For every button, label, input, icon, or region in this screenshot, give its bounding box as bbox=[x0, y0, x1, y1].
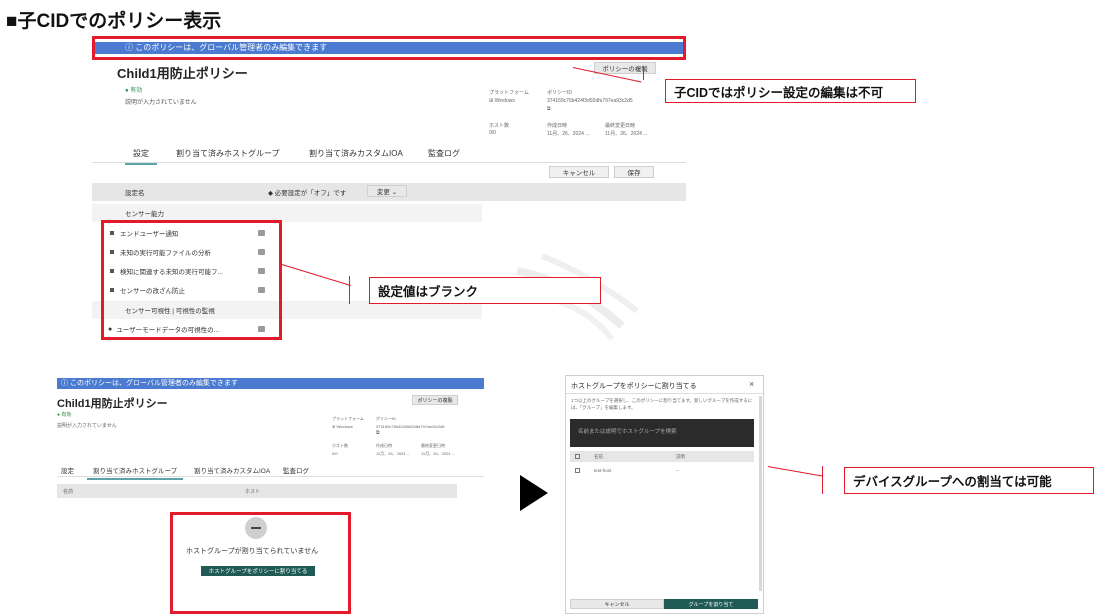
host-count-value: 0/0 bbox=[489, 130, 496, 136]
callout-edit-not-allowed: 子CIDではポリシー設定の編集は不可 bbox=[665, 79, 916, 103]
readonly-banner: ⓘ このポリシーは、グローバル管理者のみ編集できます bbox=[95, 42, 683, 54]
platform-label: プラットフォーム bbox=[332, 416, 364, 421]
policy-description: 説明が入力されていません bbox=[125, 100, 197, 106]
col-name-header: 名前 bbox=[594, 454, 603, 459]
duplicate-policy-button[interactable]: ポリシーの複製 bbox=[412, 395, 458, 405]
page-title: ■子CIDでのポリシー表示 bbox=[6, 11, 222, 32]
bottom-left-screenshot: ⓘ このポリシーは、グローバル管理者のみ編集できます Child1用防止ポリシー… bbox=[57, 378, 484, 614]
cancel-button[interactable]: キャンセル bbox=[549, 166, 609, 178]
tab-audit-log[interactable]: 監査ログ bbox=[428, 148, 460, 159]
host-group-row-checkbox[interactable] bbox=[575, 468, 580, 473]
host-count-label: ホスト数 bbox=[489, 123, 510, 129]
platform-value: ⊞ Windows bbox=[332, 424, 353, 429]
arrow-right-icon bbox=[520, 475, 548, 511]
dialog-assign-button[interactable]: グループを割り当て bbox=[664, 599, 758, 609]
col-name-header: 名前 bbox=[63, 489, 74, 495]
minus-icon bbox=[245, 517, 267, 539]
col-type-header: 説明 bbox=[676, 454, 685, 459]
modified-label: 最終変更日時 bbox=[605, 123, 636, 129]
setting-name-header: 設定名 bbox=[125, 190, 145, 197]
policy-id-label: ポリシーID bbox=[547, 90, 573, 96]
callout-line bbox=[822, 466, 823, 494]
platform-label: プラットフォーム bbox=[489, 90, 529, 96]
assign-host-group-dialog: ホストグループをポリシーに割り当てる × 1つ以上のグループを選択し、このポリシ… bbox=[565, 375, 765, 614]
modified-value: 11月、26、2024 ... bbox=[421, 451, 455, 456]
dialog-divider bbox=[566, 393, 765, 394]
tabs-divider bbox=[57, 476, 484, 477]
tabs-divider bbox=[92, 162, 686, 163]
col-host-header: ホスト bbox=[245, 489, 261, 495]
created-value: 11月、26、2024 ... bbox=[547, 131, 590, 137]
select-all-checkbox[interactable] bbox=[575, 454, 580, 459]
filter-note: ◆ 必要設定が「オフ」です bbox=[268, 190, 347, 197]
close-icon[interactable]: × bbox=[749, 379, 754, 389]
scrollbar[interactable] bbox=[759, 396, 762, 591]
created-label: 作成日時 bbox=[376, 443, 392, 448]
readonly-banner: ⓘ このポリシーは、グローバル管理者のみ編集できます bbox=[57, 378, 484, 389]
host-group-name: test-host bbox=[594, 468, 612, 473]
policy-id-label: ポリシーID bbox=[376, 416, 396, 421]
callout-line bbox=[643, 68, 644, 80]
tab-settings[interactable]: 設定 bbox=[61, 465, 74, 475]
status-badge: ● 有効 bbox=[125, 88, 143, 94]
copy-icon[interactable]: ⧉ bbox=[547, 106, 551, 112]
tab-assigned-custom-ioa[interactable]: 割り当て済みカスタムIOA bbox=[309, 148, 403, 159]
settings-highlight bbox=[101, 220, 282, 340]
tab-assigned-custom-ioa[interactable]: 割り当て済みカスタムIOA bbox=[194, 465, 270, 475]
policy-id-value: 374169c76b424f3d92dfa797ea93c2d5 bbox=[376, 424, 445, 429]
duplicate-policy-button[interactable]: ポリシーの複製 bbox=[594, 62, 656, 74]
created-value: 11月、26、2024 ... bbox=[376, 451, 410, 456]
dialog-title: ホストグループをポリシーに割り当てる bbox=[571, 383, 697, 390]
modified-value: 11月、26、2024 ... bbox=[605, 131, 648, 137]
tab-audit-log[interactable]: 監査ログ bbox=[283, 465, 309, 475]
platform-value: ⊞ Windows bbox=[489, 98, 515, 104]
section-sensor-capability: センサー能力 bbox=[125, 211, 164, 218]
policy-description: 説明が入力されていません bbox=[57, 423, 117, 429]
save-button[interactable]: 保存 bbox=[614, 166, 654, 178]
callout-line bbox=[767, 466, 823, 477]
policy-id-value: 374169c76b424f3d92dfa797ea93c2d5 bbox=[547, 98, 633, 104]
callout-blank-values: 設定値はブランク bbox=[369, 277, 601, 304]
copy-icon[interactable]: ⧉ bbox=[376, 430, 380, 436]
policy-title: Child1用防止ポリシー bbox=[117, 66, 248, 81]
status-badge: ● 有効 bbox=[57, 412, 72, 418]
change-dropdown[interactable]: 変更 ⌄ bbox=[367, 185, 407, 197]
modified-label: 最終変更日時 bbox=[421, 443, 445, 448]
dialog-description: 1つ以上のグループを選択し、このポリシーに割り当てます。新しいグループを作成する… bbox=[571, 398, 753, 410]
host-count-value: 0/0 bbox=[332, 451, 338, 456]
policy-title: Child1用防止ポリシー bbox=[57, 398, 168, 410]
tab-assigned-host-groups[interactable]: 割り当て済みホストグループ bbox=[176, 148, 280, 159]
tab-assigned-host-groups[interactable]: 割り当て済みホストグループ bbox=[87, 465, 184, 480]
platform-text: Windows bbox=[494, 98, 515, 104]
callout-group-assign-allowed: デバイスグループへの割当ては可能 bbox=[844, 467, 1094, 494]
host-group-type: -- bbox=[676, 468, 679, 473]
created-label: 作成日時 bbox=[547, 123, 568, 129]
callout-line bbox=[349, 276, 350, 304]
assign-host-group-button[interactable]: ホストグループをポリシーに割り当てる bbox=[201, 566, 315, 576]
platform-text: Windows bbox=[336, 424, 353, 429]
host-group-search-input[interactable]: 名前または説明でホストグループを検索 bbox=[570, 419, 754, 447]
empty-state-text: ホストグループが割り当てられていません bbox=[186, 548, 319, 555]
dialog-cancel-button[interactable]: キャンセル bbox=[570, 599, 664, 609]
host-count-label: ホスト数 bbox=[332, 443, 348, 448]
